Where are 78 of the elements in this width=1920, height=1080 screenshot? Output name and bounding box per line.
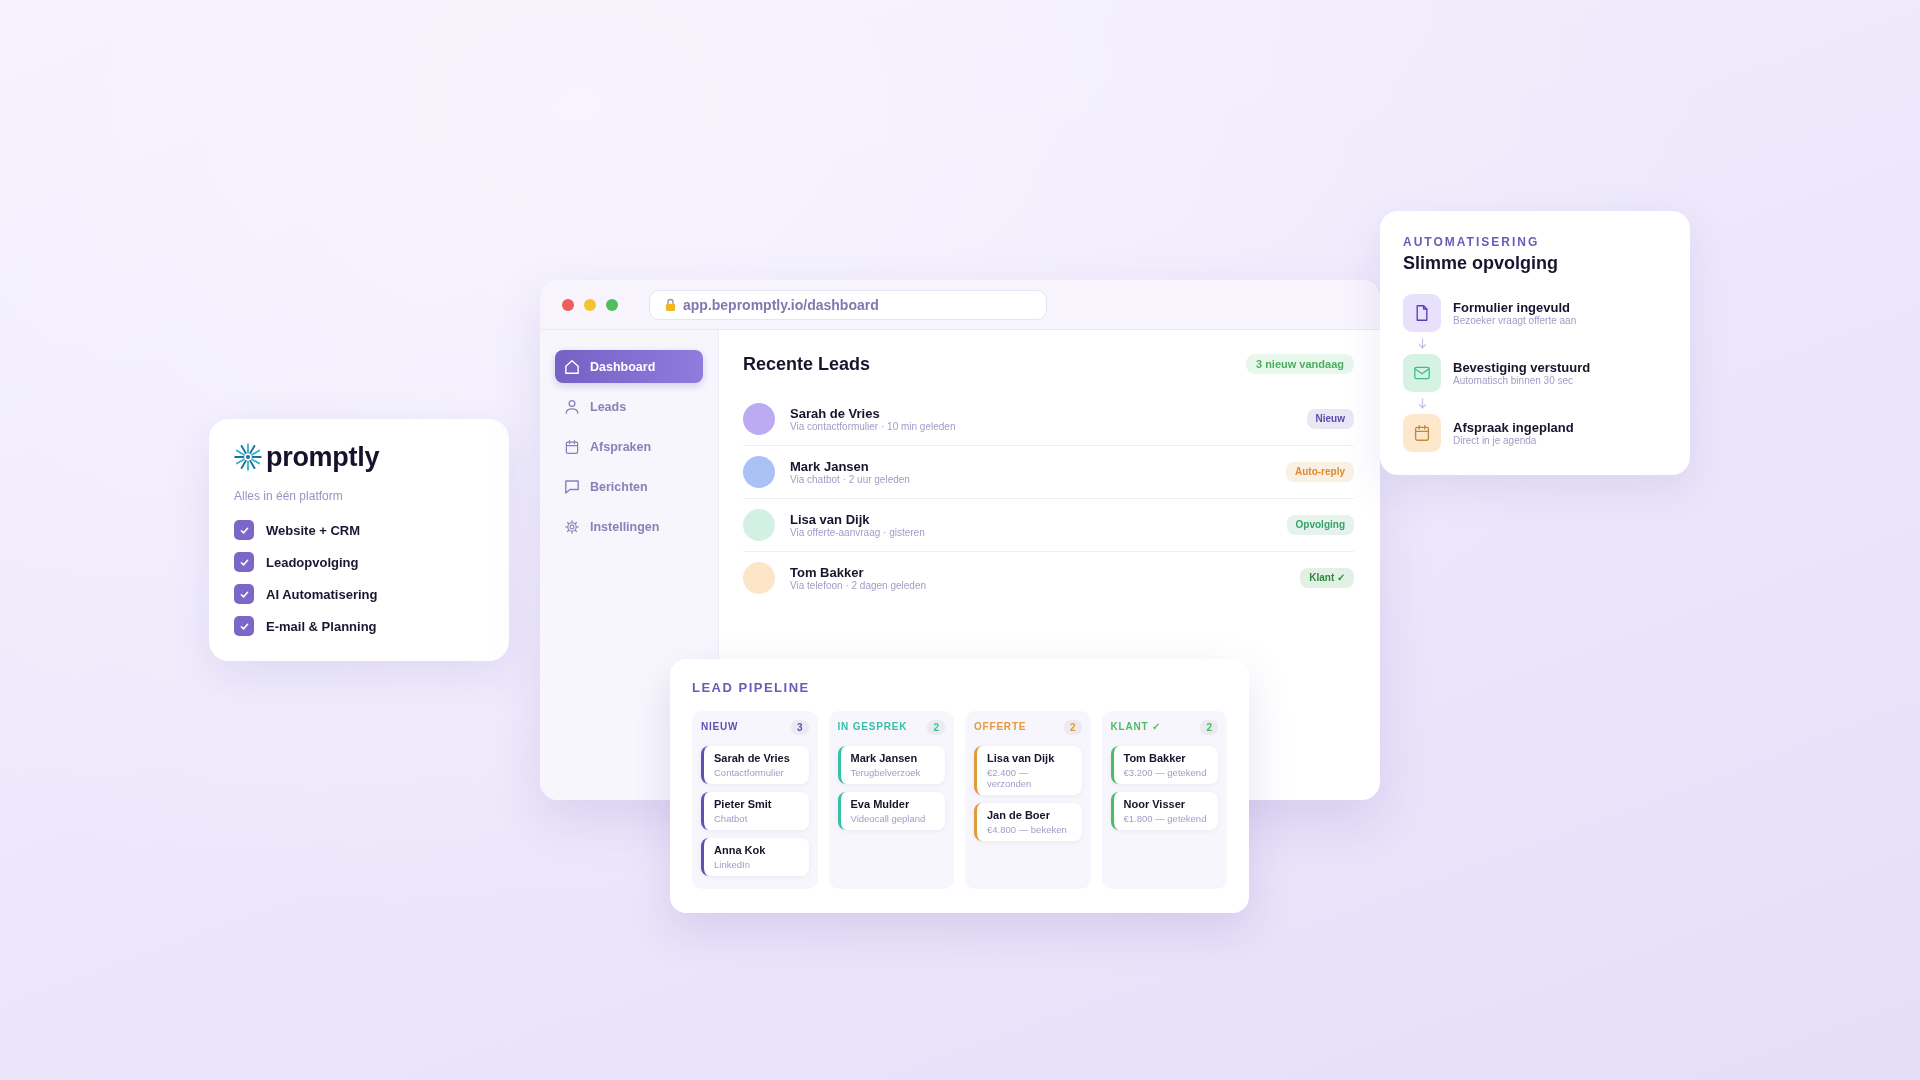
lead-name: Noor Visser — [1123, 798, 1187, 811]
feature-label: Website + CRM — [266, 522, 361, 538]
lead-detail: LinkedIn — [714, 859, 751, 870]
feature-label: E-mail & Planning — [266, 618, 377, 634]
column-title: KLANT ✓ — [1110, 721, 1161, 733]
lead-card[interactable]: Noor Visser €1.800 — getekend — [1110, 792, 1218, 830]
lead-name: Pieter Smit — [714, 798, 773, 811]
lead-card[interactable]: Mark Jansen Terugbelverzoek — [837, 746, 945, 784]
column-count: 2 — [1200, 719, 1218, 735]
lead-card[interactable]: Jan de Boer €4.800 — bekeken — [974, 803, 1082, 841]
lead-card[interactable]: Eva Mulder Videocall gepland — [837, 792, 945, 830]
step-title: Afspraak ingepland — [1453, 419, 1574, 435]
lead-name: Mark Jansen — [790, 458, 870, 474]
lead-source: Via telefoon · 2 dagen geleden — [790, 579, 928, 592]
tagline: Alles in één platform — [234, 489, 344, 503]
brand-name: promptly — [266, 443, 380, 471]
feature-label: Leadopvolging — [266, 554, 359, 570]
step-title: Bevestiging verstuurd — [1453, 359, 1591, 375]
status-tag: Klant ✓ — [1300, 568, 1354, 588]
column-title: IN GESPREK — [837, 721, 908, 733]
person-icon — [565, 399, 579, 414]
section-title: Recente Leads — [743, 354, 871, 374]
column-count: 2 — [927, 719, 945, 735]
lead-card[interactable]: Lisa van Dijk €2.400 — verzonden — [974, 746, 1082, 795]
address-bar[interactable]: app.bepromptly.io/dashboard — [649, 289, 1047, 320]
lead-detail: Contactformulier — [714, 767, 785, 778]
lock-icon — [665, 298, 676, 311]
home-icon — [565, 359, 579, 374]
lead-name: Lisa van Dijk — [987, 752, 1056, 765]
lead-card[interactable]: Tom Bakker €3.200 — getekend — [1110, 746, 1218, 784]
lead-detail: €2.400 — verzonden — [987, 767, 1033, 789]
card-title: Slimme opvolging — [1403, 253, 1559, 274]
lead-detail: Terugbelverzoek — [850, 767, 922, 778]
column-count: 2 — [1063, 719, 1082, 735]
lead-name: Mark Jansen — [850, 752, 919, 765]
lead-name: Anna Kok — [714, 844, 767, 857]
lead-card[interactable]: Sarah de Vries Contactformulier — [701, 746, 809, 784]
close-icon[interactable] — [562, 298, 574, 311]
status-tag: Auto-reply — [1286, 462, 1354, 482]
lead-detail: €4.800 — bekeken — [987, 824, 1068, 835]
status-tag: Nieuw — [1306, 409, 1354, 429]
minimize-icon[interactable] — [584, 298, 596, 311]
lead-detail: €1.800 — getekend — [1123, 813, 1208, 824]
lead-detail: Videocall gepland — [850, 813, 927, 824]
lead-name: Tom Bakker — [790, 564, 865, 580]
settings-icon — [565, 519, 579, 534]
sidebar-item[interactable]: Dashboard — [555, 350, 703, 383]
summary-tag: 3 nieuw vandaag — [1245, 354, 1354, 374]
lead-card[interactable]: Pieter Smit Chatbot — [701, 792, 809, 830]
lead-card[interactable]: Anna Kok LinkedIn — [701, 838, 809, 876]
lead-name: Sarah de Vries — [790, 405, 881, 421]
speech-bubble-icon — [565, 479, 579, 494]
step-title: Formulier ingevuld — [1453, 299, 1571, 315]
lead-name: Tom Bakker — [1123, 752, 1187, 765]
feature-label: AI Automatisering — [266, 586, 378, 602]
lead-source: Via offerte-aanvraag · gisteren — [790, 526, 926, 539]
maximize-icon[interactable] — [606, 298, 618, 311]
step-detail: Bezoeker vraagt offerte aan — [1453, 314, 1577, 327]
column-title: OFFERTE — [974, 721, 1027, 733]
calendar-icon — [565, 439, 579, 454]
lead-source: Via chatbot · 2 uur geleden — [790, 473, 911, 486]
lead-name: Eva Mulder — [850, 798, 911, 811]
column-title: NIEUW — [701, 721, 739, 733]
lead-source: Via contactformulier · 10 min geleden — [790, 420, 957, 433]
step-detail: Direct in je agenda — [1453, 434, 1537, 447]
lead-detail: Chatbot — [714, 813, 749, 824]
section-title: LEAD PIPELINE — [692, 679, 811, 697]
down-arrow-icon — [1417, 397, 1427, 409]
step-detail: Automatisch binnen 30 sec — [1453, 374, 1575, 387]
column-count: 3 — [790, 719, 809, 735]
section-label: AUTOMATISERING — [1403, 235, 1541, 249]
lead-name: Lisa van Dijk — [790, 511, 871, 527]
down-arrow-icon — [1417, 337, 1427, 349]
starburst-icon — [234, 443, 262, 471]
lead-name: Jan de Boer — [987, 809, 1051, 822]
status-tag: Opvolging — [1286, 515, 1354, 535]
lead-detail: €3.200 — getekend — [1123, 767, 1208, 778]
lead-name: Sarah de Vries — [714, 752, 791, 765]
